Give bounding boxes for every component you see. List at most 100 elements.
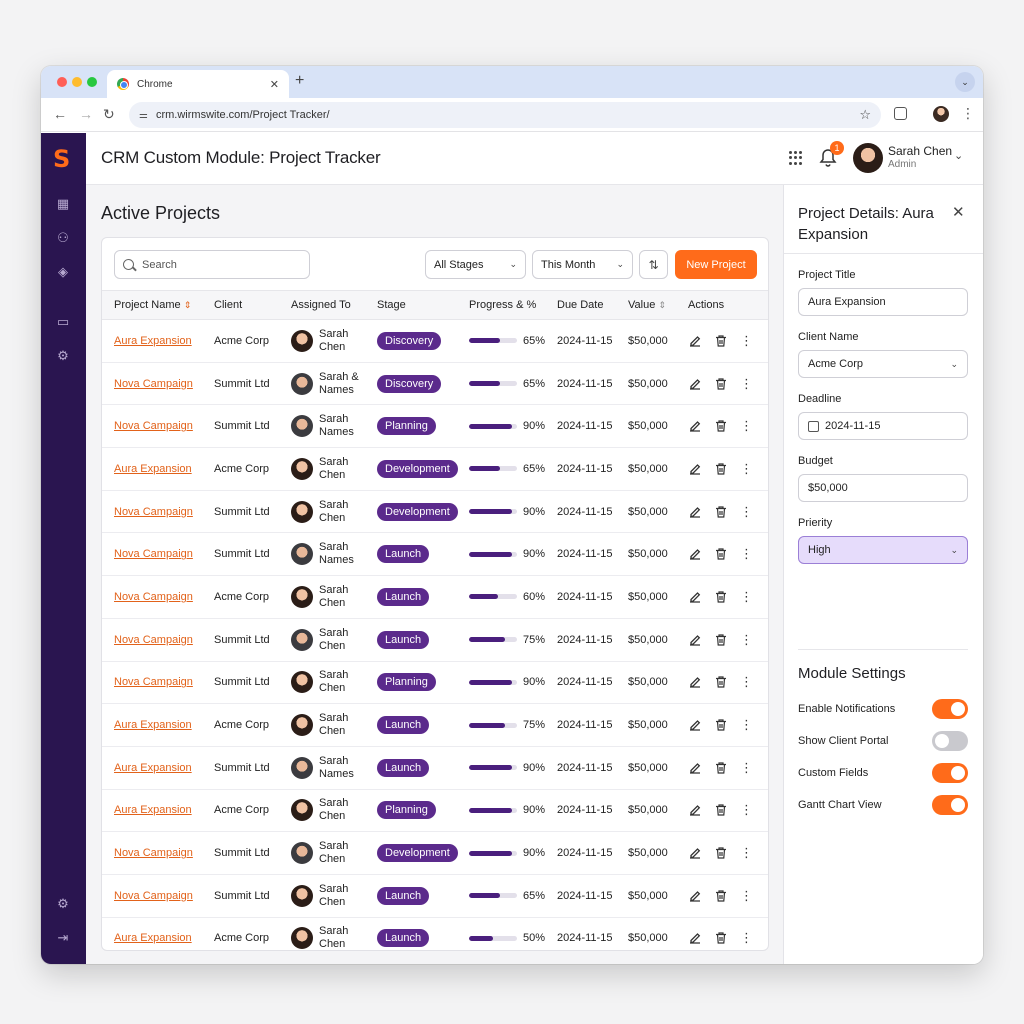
more-options-icon[interactable]: ⋮	[740, 931, 754, 945]
table-row[interactable]: Aura Expansion Acme Corp Sarah Chen Laun…	[102, 703, 768, 747]
table-row[interactable]: Aura Expansion Acme Corp Sarah Chen Deve…	[102, 447, 768, 491]
edit-icon[interactable]	[688, 419, 702, 433]
period-filter-select[interactable]: This Month ⌄	[532, 250, 633, 279]
new-tab-icon[interactable]: +	[295, 72, 304, 90]
trash-icon[interactable]	[714, 803, 728, 817]
column-header-value[interactable]: Value ⇕	[616, 290, 676, 320]
table-row[interactable]: Aura Expansion Summit Ltd Sarah Names La…	[102, 746, 768, 790]
table-row[interactable]: Aura Expansion Acme Corp Sarah Chen Laun…	[102, 917, 768, 950]
extensions-icon[interactable]	[894, 107, 907, 120]
more-options-icon[interactable]: ⋮	[740, 675, 754, 689]
project-link[interactable]: Nova Campaign	[114, 420, 193, 432]
reload-icon[interactable]: ↻	[103, 106, 115, 123]
trash-icon[interactable]	[714, 846, 728, 860]
project-link[interactable]: Aura Expansion	[114, 719, 192, 731]
project-link[interactable]: Aura Expansion	[114, 932, 192, 944]
sort-icon[interactable]: ⇕	[184, 300, 192, 310]
edit-icon[interactable]	[688, 803, 702, 817]
trash-icon[interactable]	[714, 761, 728, 775]
edit-icon[interactable]	[688, 547, 702, 561]
briefcase-icon[interactable]: ▭	[54, 313, 72, 331]
layers-icon[interactable]: ◈	[54, 263, 72, 281]
trash-icon[interactable]	[714, 718, 728, 732]
search-input[interactable]: Search	[114, 250, 310, 279]
edit-icon[interactable]	[688, 931, 702, 945]
browser-tab[interactable]: Chrome ✕	[107, 70, 289, 98]
back-arrow-icon[interactable]: ←	[53, 106, 67, 122]
table-row[interactable]: Nova Campaign Acme Corp Sarah Chen Launc…	[102, 575, 768, 619]
deadline-date-input[interactable]: 2024-11-15	[798, 412, 968, 440]
toggle-switch[interactable]	[932, 699, 968, 719]
address-bar[interactable]: ⚌ crm.wirmswite.com/Project Tracker/ ☆	[129, 102, 881, 128]
more-options-icon[interactable]: ⋮	[740, 419, 754, 433]
tab-search-chevron-icon[interactable]: ⌄	[955, 72, 975, 92]
table-row[interactable]: Nova Campaign Summit Ltd Sarah Chen Deve…	[102, 831, 768, 875]
toggle-switch[interactable]	[932, 795, 968, 815]
project-link[interactable]: Nova Campaign	[114, 506, 193, 518]
tab-close-icon[interactable]: ✕	[270, 78, 279, 91]
minimize-window-button[interactable]	[72, 77, 82, 87]
project-title-input[interactable]: Aura Expansion	[798, 288, 968, 316]
edit-icon[interactable]	[688, 334, 702, 348]
toggle-switch[interactable]	[932, 731, 968, 751]
trash-icon[interactable]	[714, 377, 728, 391]
table-row[interactable]: Nova Campaign Summit Ltd Sarah Chen Plan…	[102, 661, 768, 705]
table-row[interactable]: Aura Expansion Acme Corp Sarah Chen Plan…	[102, 789, 768, 833]
users-icon[interactable]: ⚇	[54, 229, 72, 247]
more-options-icon[interactable]: ⋮	[740, 846, 754, 860]
trash-icon[interactable]	[714, 590, 728, 604]
edit-icon[interactable]	[688, 462, 702, 476]
preferences-gear-icon[interactable]: ⚙	[54, 895, 72, 913]
trash-icon[interactable]	[714, 931, 728, 945]
project-link[interactable]: Nova Campaign	[114, 591, 193, 603]
more-options-icon[interactable]: ⋮	[740, 888, 754, 903]
more-options-icon[interactable]: ⋮	[740, 589, 754, 604]
toggle-switch[interactable]	[932, 763, 968, 783]
close-icon[interactable]: ✕	[952, 203, 965, 221]
table-row[interactable]: Nova Campaign Summit Ltd Sarah Names Pla…	[102, 404, 768, 449]
close-window-button[interactable]	[57, 77, 67, 87]
edit-icon[interactable]	[688, 889, 702, 903]
client-name-select[interactable]: Acme Corp ⌄	[798, 350, 968, 378]
more-options-icon[interactable]: ⋮	[740, 632, 754, 647]
trash-icon[interactable]	[714, 462, 728, 476]
profile-avatar[interactable]	[933, 106, 949, 122]
edit-icon[interactable]	[688, 377, 702, 391]
edit-icon[interactable]	[688, 590, 702, 604]
sort-toggle-button[interactable]: ⇅	[639, 250, 668, 279]
app-logo[interactable]: S	[53, 147, 73, 171]
user-menu-chevron-icon[interactable]: ⌄	[954, 149, 963, 162]
settings-gear-icon[interactable]: ⚙	[54, 347, 72, 365]
trash-icon[interactable]	[714, 675, 728, 689]
edit-icon[interactable]	[688, 505, 702, 519]
dashboard-grid-icon[interactable]: ▦	[54, 195, 72, 213]
site-settings-icon[interactable]: ⚌	[139, 110, 148, 121]
more-options-icon[interactable]: ⋮	[740, 760, 754, 775]
more-options-icon[interactable]: ⋮	[740, 376, 754, 391]
table-row[interactable]: Aura Expansion Acme Corp Sarah Chen Disc…	[102, 319, 768, 363]
bookmark-star-icon[interactable]: ☆	[859, 107, 871, 123]
project-link[interactable]: Aura Expansion	[114, 335, 192, 347]
priority-select[interactable]: High ⌄	[798, 536, 968, 564]
project-link[interactable]: Nova Campaign	[114, 634, 193, 646]
table-row[interactable]: Nova Campaign Summit Ltd Sarah Names Lau…	[102, 532, 768, 577]
trash-icon[interactable]	[714, 633, 728, 647]
table-row[interactable]: Nova Campaign Summit Ltd Sarah & Names D…	[102, 362, 768, 406]
new-project-button[interactable]: New Project	[675, 250, 757, 279]
trash-icon[interactable]	[714, 547, 728, 561]
project-link[interactable]: Aura Expansion	[114, 762, 192, 774]
project-link[interactable]: Nova Campaign	[114, 378, 193, 390]
trash-icon[interactable]	[714, 334, 728, 348]
more-options-icon[interactable]: ⋮	[740, 461, 754, 476]
table-row[interactable]: Nova Campaign Summit Ltd Sarah Chen Laun…	[102, 618, 768, 662]
more-options-icon[interactable]: ⋮	[740, 504, 754, 519]
edit-icon[interactable]	[688, 761, 702, 775]
trash-icon[interactable]	[714, 505, 728, 519]
project-link[interactable]: Nova Campaign	[114, 676, 193, 688]
stage-filter-select[interactable]: All Stages ⌄	[425, 250, 526, 279]
maximize-window-button[interactable]	[87, 77, 97, 87]
column-header-project[interactable]: Project Name ⇕	[102, 290, 202, 320]
more-options-icon[interactable]: ⋮	[740, 718, 754, 732]
project-link[interactable]: Nova Campaign	[114, 890, 193, 902]
trash-icon[interactable]	[714, 419, 728, 433]
